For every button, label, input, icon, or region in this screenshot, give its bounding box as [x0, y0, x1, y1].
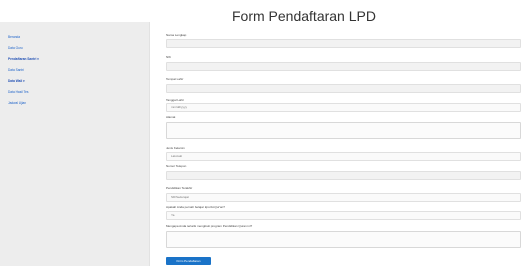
pertanyaan2-label: Mengapa Anda tertarik mengikuti program …: [166, 224, 253, 228]
sidebar-item-data-hasil-tes[interactable]: Data Hasil Tes: [8, 90, 29, 94]
tempat-lahir-label: Tempat Lahir: [166, 77, 184, 81]
pendidikan-label: Pendidikan Terakhir: [166, 186, 193, 190]
sidebar-item-data-santri[interactable]: Data Santri: [8, 68, 24, 72]
jenis-kelamin-select[interactable]: Laki-laki: [166, 152, 521, 161]
pertanyaan2-textarea[interactable]: [166, 231, 521, 248]
nik-label: NIK: [166, 55, 172, 59]
sidebar-item-jadwal-ujian[interactable]: Jadwal Ujian: [8, 101, 26, 105]
nomor-telepon-input[interactable]: [166, 171, 521, 180]
sidebar-item-data-wali[interactable]: Data Wali ▾: [8, 79, 25, 83]
nomor-telepon-label: Nomor Telepon: [166, 164, 187, 168]
page-title: Form Pendaftaran LPD: [232, 8, 376, 24]
submit-button[interactable]: Kirim Pendaftaran: [166, 257, 211, 265]
sidebar-item-data-guru[interactable]: Data Guru: [8, 46, 23, 50]
sidebar-item-beranda[interactable]: Beranda: [8, 35, 20, 39]
alamat-label: Alamat: [166, 115, 176, 119]
sidebar-item-pendaftaran-santri[interactable]: Pendaftaran Santri ▾: [8, 57, 39, 61]
nama-label: Nama Lengkap: [166, 33, 187, 37]
tanggal-lahir-label: Tanggal Lahir: [166, 98, 185, 102]
pendidikan-select[interactable]: SD/Sederajat: [166, 193, 521, 202]
tanggal-lahir-input[interactable]: mm/dd/yyyy: [166, 103, 521, 112]
tempat-lahir-input[interactable]: [166, 84, 521, 93]
pertanyaan1-select[interactable]: Ya: [166, 211, 521, 220]
pertanyaan1-label: Apakah Anda pernah belajar Iqro/Al-Qur'a…: [166, 205, 225, 209]
jenis-kelamin-label: Jenis Kelamin: [166, 146, 185, 150]
alamat-textarea[interactable]: [166, 122, 521, 139]
nik-input[interactable]: [166, 62, 521, 71]
sidebar: Beranda Data Guru Pendaftaran Santri ▾ D…: [0, 22, 150, 266]
nama-input[interactable]: [166, 39, 521, 48]
